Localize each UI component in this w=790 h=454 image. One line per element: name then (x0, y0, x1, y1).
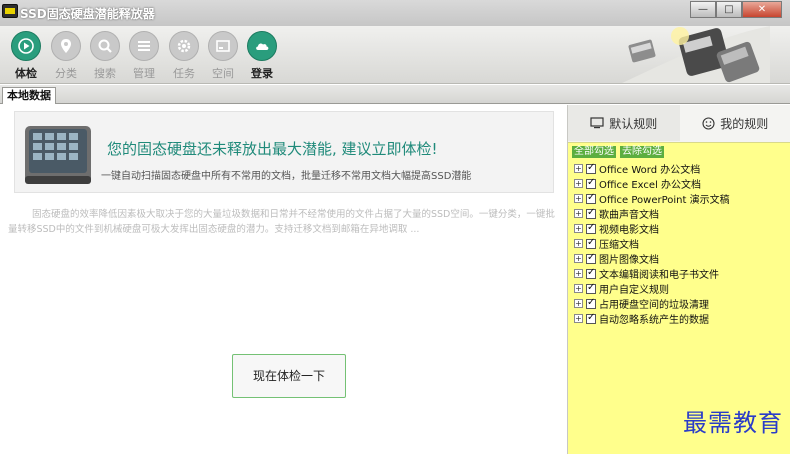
title-bar: SSD固态硬盘潜能释放器 — □ ✕ (0, 0, 790, 26)
expand-icon[interactable]: + (574, 239, 583, 248)
cloud-icon (247, 31, 277, 61)
expand-icon[interactable]: + (574, 254, 583, 263)
rule-item[interactable]: + 图片图像文档 (574, 251, 730, 266)
toolbar-space-button[interactable]: 空间 (205, 31, 241, 81)
app-logo-icon (2, 4, 18, 18)
expand-icon[interactable]: + (574, 164, 583, 173)
rule-checkbox[interactable] (586, 207, 596, 219)
rule-label: 压缩文档 (599, 240, 639, 251)
tab-my-rules-label: 我的规则 (720, 116, 769, 131)
rule-item[interactable]: + 压缩文档 (574, 236, 730, 251)
toolbar-check-label: 体检 (15, 67, 37, 80)
expand-icon[interactable]: + (574, 284, 583, 293)
expand-icon[interactable]: + (574, 194, 583, 203)
rule-item[interactable]: + 视频电影文档 (574, 221, 730, 236)
toolbar-classify-button[interactable]: 分类 (48, 31, 84, 81)
rule-item[interactable]: + 歌曲声音文档 (574, 206, 730, 221)
search-icon (90, 31, 120, 61)
rule-label: 图片图像文档 (599, 255, 659, 266)
rule-label: 占用硬盘空间的垃圾清理 (599, 300, 709, 311)
toolbar-space-label: 空间 (212, 67, 234, 80)
tab-default-rules-label: 默认规则 (609, 116, 658, 131)
toolbar-manage-button[interactable]: 管理 (126, 31, 162, 81)
check-now-button[interactable]: 现在体检一下 (232, 354, 346, 398)
play-icon (11, 31, 41, 61)
rule-checkbox[interactable] (586, 312, 596, 324)
rule-item[interactable]: + 自动忽略系统产生的数据 (574, 311, 730, 326)
rules-panel: 全部勾选 去除勾选 + Office Word 办公文档 + Office Excel… (568, 142, 790, 454)
rule-item[interactable]: + Office PowerPoint 演示文稿 (574, 191, 730, 206)
toolbar-login-button[interactable]: 登录 (244, 31, 280, 81)
rule-label: 视频电影文档 (599, 225, 659, 236)
status-header: 您的固态硬盘还未释放出最大潜能, 建议立即体检! 一键自动扫描固态硬盘中所有不常… (14, 111, 554, 193)
toolbar-search-label: 搜索 (94, 67, 116, 80)
expand-icon[interactable]: + (574, 269, 583, 278)
list-icon (129, 31, 159, 61)
rule-label: Office Word 办公文档 (599, 165, 701, 176)
tab-bar: 本地数据 (0, 85, 790, 104)
tab-default-rules[interactable]: 默认规则 (568, 105, 680, 141)
description-text: 固态硬盘的效率降低因素极大取决于您的大量垃圾数据和日常并不经常使用的文件占据了大… (8, 209, 555, 235)
smile-icon (702, 116, 715, 130)
rule-checkbox[interactable] (586, 297, 596, 309)
ssd-banner-image (622, 26, 770, 83)
expand-icon[interactable]: + (574, 209, 583, 218)
window-controls: — □ ✕ (690, 1, 782, 18)
close-button[interactable]: ✕ (742, 1, 782, 18)
main-panel: 您的固态硬盘还未释放出最大潜能, 建议立即体检! 一键自动扫描固态硬盘中所有不常… (0, 105, 566, 454)
rule-item[interactable]: + 文本编辑阅读和电子书文件 (574, 266, 730, 281)
toolbar-check-button[interactable]: 体检 (8, 31, 44, 81)
rule-checkbox[interactable] (586, 282, 596, 294)
pin-icon (51, 31, 81, 61)
tab-local-data[interactable]: 本地数据 (2, 87, 56, 104)
toolbar: 体检 分类 搜索 管理 任务 空间 登录 (0, 26, 790, 84)
rule-item[interactable]: + 用户自定义规则 (574, 281, 730, 296)
rule-label: 自动忽略系统产生的数据 (599, 315, 709, 326)
expand-icon[interactable]: + (574, 314, 583, 323)
rule-checkbox[interactable] (586, 162, 596, 174)
rule-label: 用户自定义规则 (599, 285, 669, 296)
subline: 一键自动扫描固态硬盘中所有不常用的文档，批量迁移不常用文档大幅提高SSD潜能 (101, 171, 472, 182)
monitor-icon (590, 117, 604, 129)
window-title: SSD固态硬盘潜能释放器 (20, 7, 155, 21)
expand-icon[interactable]: + (574, 224, 583, 233)
rule-tabs: 默认规则 我的规则 (568, 105, 790, 141)
gear-icon (169, 31, 199, 61)
minimize-button[interactable]: — (690, 1, 716, 18)
ssd-drive-icon (25, 126, 91, 184)
toolbar-task-label: 任务 (173, 67, 195, 80)
toolbar-classify-label: 分类 (55, 67, 77, 80)
rule-list: + Office Word 办公文档 + Office Excel 办公文档 + Offi… (574, 161, 730, 326)
rule-label: 歌曲声音文档 (599, 210, 659, 221)
rule-checkbox[interactable] (586, 192, 596, 204)
toolbar-login-label: 登录 (251, 67, 273, 80)
rule-item[interactable]: + Office Excel 办公文档 (574, 176, 730, 191)
rules-sidebar: 默认规则 我的规则 全部勾选 去除勾选 + Office Word 办公文档 + Of… (567, 105, 790, 454)
maximize-button[interactable]: □ (716, 1, 742, 18)
rule-checkbox[interactable] (586, 177, 596, 189)
expand-icon[interactable]: + (574, 299, 583, 308)
rule-item[interactable]: + Office Word 办公文档 (574, 161, 730, 176)
rule-checkbox[interactable] (586, 237, 596, 249)
rule-label: Office PowerPoint 演示文稿 (599, 195, 730, 206)
rule-item[interactable]: + 占用硬盘空间的垃圾清理 (574, 296, 730, 311)
toolbar-manage-label: 管理 (133, 67, 155, 80)
toolbar-task-button[interactable]: 任务 (166, 31, 202, 81)
watermark-text: 最需教育 (683, 409, 783, 437)
headline: 您的固态硬盘还未释放出最大潜能, 建议立即体检! (107, 140, 438, 158)
selection-buttons: 全部勾选 去除勾选 (572, 146, 664, 158)
tab-my-rules[interactable]: 我的规则 (680, 105, 790, 141)
rule-label: 文本编辑阅读和电子书文件 (599, 270, 719, 281)
select-all-button[interactable]: 全部勾选 (572, 146, 616, 158)
rule-label: Office Excel 办公文档 (599, 180, 702, 191)
rule-checkbox[interactable] (586, 267, 596, 279)
expand-icon[interactable]: + (574, 179, 583, 188)
drive-icon (208, 31, 238, 61)
rule-checkbox[interactable] (586, 222, 596, 234)
rule-checkbox[interactable] (586, 252, 596, 264)
toolbar-search-button[interactable]: 搜索 (87, 31, 123, 81)
deselect-all-button[interactable]: 去除勾选 (620, 146, 664, 158)
